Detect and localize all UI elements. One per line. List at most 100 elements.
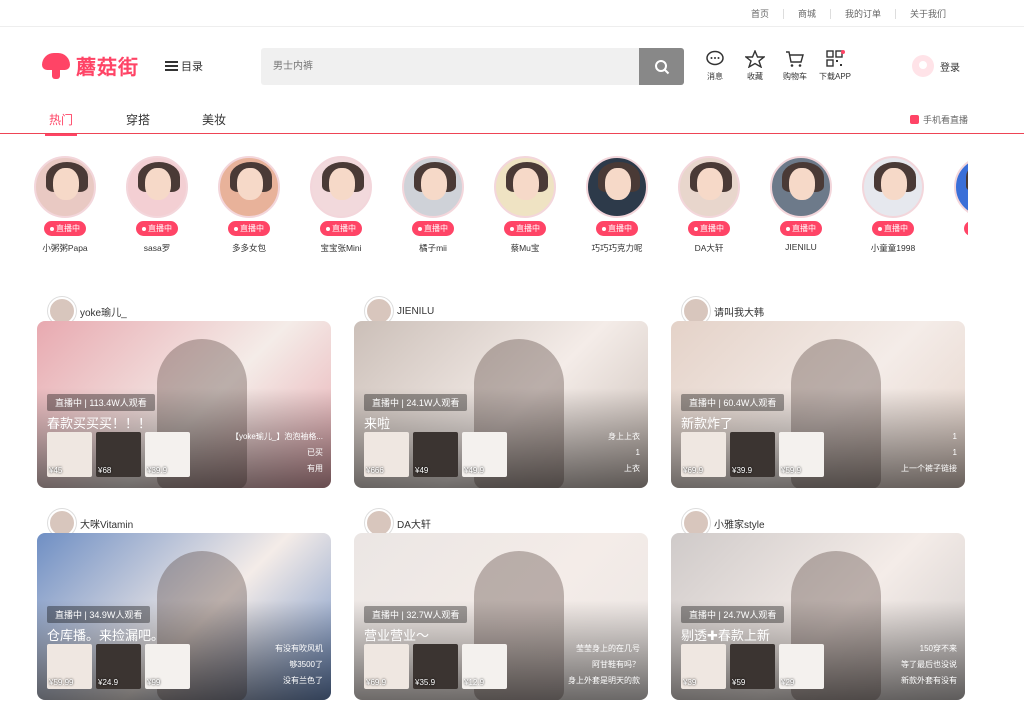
download-app-button[interactable]: 下载APP	[815, 50, 855, 82]
product-price: ¥59.9	[781, 466, 802, 475]
streamer-avatar	[862, 156, 924, 218]
login-button[interactable]: 登录	[912, 55, 960, 77]
streamer-item[interactable]: 直播中 橘子mii	[402, 156, 464, 254]
live-card[interactable]: 直播中 | 24.1W人观看 来啦 ¥666 ¥49 ¥49.9 身上上衣 1 上衣	[354, 321, 648, 488]
product-thumb[interactable]: ¥49.9	[462, 432, 507, 477]
live-viewers: 直播中 | 32.7W人观看	[364, 606, 468, 623]
chat-comments: 1 1 上一个裤子链接	[901, 429, 957, 477]
product-price: ¥68	[98, 466, 112, 475]
tab-hot[interactable]: 热门	[44, 111, 78, 136]
chat-comments: 有没有吹风机 够3500了 没有兰色了	[275, 641, 323, 689]
chat-comment: 上衣	[624, 464, 640, 473]
live-viewers: 直播中 | 24.7W人观看	[681, 606, 785, 623]
product-price: ¥35.9	[415, 678, 436, 687]
star-icon	[745, 50, 765, 68]
live-title: 来啦	[364, 416, 391, 431]
top-link-about[interactable]: 关于我们	[896, 9, 960, 19]
live-viewers: 直播中 | 34.9W人观看	[47, 606, 151, 623]
product-thumb[interactable]: ¥59.9	[779, 432, 824, 477]
product-thumb[interactable]: ¥59.99	[47, 644, 92, 689]
product-price: ¥24.9	[98, 678, 119, 687]
streamer-name: 请	[954, 242, 968, 254]
chat-comments: 身上上衣 1 上衣	[608, 429, 640, 477]
product-thumb[interactable]: ¥39.9	[730, 432, 775, 477]
top-links: 首页 商城 我的订单 关于我们	[737, 9, 960, 19]
streamer-item[interactable]: 直播中 小粥粥Papa	[34, 156, 96, 254]
category-tabs: 热门 穿搭 美妆 手机看直播	[0, 105, 1024, 136]
product-thumb[interactable]: ¥68	[96, 432, 141, 477]
product-thumb[interactable]: ¥69.9	[364, 644, 409, 689]
top-link-orders[interactable]: 我的订单	[831, 9, 896, 19]
streamer-name: 蔡Mu宝	[510, 243, 540, 253]
product-thumb[interactable]: ¥49	[413, 432, 458, 477]
product-thumb[interactable]: ¥24.9	[96, 644, 141, 689]
streamer-item[interactable]: 直播中 巧巧巧克力呢	[586, 156, 648, 254]
streamer-item[interactable]: 直播中请	[954, 156, 968, 254]
message-icon	[706, 50, 724, 66]
top-link-home[interactable]: 首页	[737, 9, 784, 19]
live-card[interactable]: 直播中 | 24.7W人观看 剔透✚春款上新 ¥39 ¥59 ¥29 150穿不来 等了最后…	[671, 533, 965, 700]
tab-beauty[interactable]: 美妆	[202, 111, 226, 128]
cart-button[interactable]: 购物车	[775, 50, 815, 82]
product-thumb[interactable]: ¥45	[47, 432, 92, 477]
streamer-name: 橘子mii	[419, 243, 447, 253]
streamer-item[interactable]: 直播中 JIENILU	[770, 156, 832, 252]
streamer-item[interactable]: 直播中 sasa罗	[126, 156, 188, 254]
qr-code-icon	[826, 50, 845, 67]
site-logo[interactable]: 蘑菇街	[42, 51, 139, 80]
live-card[interactable]: 直播中 | 60.4W人观看 新款炸了 ¥69.9 ¥39.9 ¥59.9 1 1 上一个裤子…	[671, 321, 965, 488]
mobile-live-link[interactable]: 手机看直播	[909, 113, 968, 126]
product-thumb[interactable]: ¥39	[681, 644, 726, 689]
product-price: ¥45	[49, 466, 63, 475]
product-price: ¥39	[683, 678, 697, 687]
search-button[interactable]	[639, 48, 684, 85]
header-icons: 消息 收藏 购物车 下载APP	[695, 50, 855, 82]
search-input[interactable]	[261, 48, 631, 85]
search-bar	[261, 48, 684, 85]
product-thumb[interactable]: ¥666	[364, 432, 409, 477]
live-card[interactable]: 直播中 | 32.7W人观看 营业营业～ ¥69.9 ¥35.9 ¥12.9 莹莹身上的在…	[354, 533, 648, 700]
chat-comment: 1	[952, 448, 957, 457]
chat-comment: 已买	[307, 448, 323, 457]
streamer-name: 多多女包	[231, 243, 266, 253]
streamer-item[interactable]: 直播中 小童童1998	[862, 156, 924, 254]
live-badge: 直播中	[688, 221, 730, 236]
live-card[interactable]: 直播中 | 113.4W人观看 春款买买买！！！ ¥45 ¥68 ¥39.9 【yoke瑜…	[37, 321, 331, 488]
streamer-avatar	[126, 156, 188, 218]
product-thumb[interactable]: ¥12.9	[462, 644, 507, 689]
product-thumb[interactable]: ¥35.9	[413, 644, 458, 689]
streamer-name: 小童童1998	[870, 243, 916, 253]
streamer-item[interactable]: 直播中 蔡Mu宝	[494, 156, 556, 254]
top-link-mall[interactable]: 商城	[784, 9, 831, 19]
streamer-item[interactable]: 直播中 宝宝张Mini	[310, 156, 372, 254]
product-price: ¥69.9	[366, 678, 387, 687]
product-thumb[interactable]: ¥59	[730, 644, 775, 689]
chat-comments: 150穿不来 等了最后也没说 新款外套有没有	[901, 641, 957, 689]
product-price: ¥49.9	[464, 466, 485, 475]
cart-label: 购物车	[783, 72, 807, 81]
live-badge: 直播中	[228, 221, 270, 236]
user-avatar-icon	[912, 55, 934, 77]
product-thumb[interactable]: ¥69.9	[681, 432, 726, 477]
product-price: ¥59.99	[49, 678, 74, 687]
login-label: 登录	[940, 62, 960, 74]
live-card[interactable]: 直播中 | 34.9W人观看 仓库播。来捡漏吧。 ¥59.99 ¥24.9 ¥99 有没有…	[37, 533, 331, 700]
streamer-name: 小粥粥Papa	[42, 243, 88, 253]
product-thumb[interactable]: ¥99	[145, 644, 190, 689]
streamer-avatar	[310, 156, 372, 218]
product-price: ¥666	[366, 466, 384, 475]
tab-outfit[interactable]: 穿搭	[126, 111, 150, 128]
live-streamer-list: 直播中 小粥粥Papa 直播中 sasa罗 直播中 多多女包 直播中 宝宝张Mini 直播中 橘子…	[34, 156, 968, 256]
product-thumb[interactable]: ¥39.9	[145, 432, 190, 477]
live-badge: 直播中	[136, 221, 178, 236]
streamer-item[interactable]: 直播中 DA大轩	[678, 156, 740, 254]
streamer-item[interactable]: 直播中 多多女包	[218, 156, 280, 254]
message-button[interactable]: 消息	[695, 50, 735, 82]
product-thumb[interactable]: ¥29	[779, 644, 824, 689]
menu-label: 目录	[181, 61, 203, 73]
host-name: 请叫我大韩	[714, 307, 764, 319]
favorite-button[interactable]: 收藏	[735, 50, 775, 82]
host-name: DA大轩	[397, 519, 431, 531]
category-menu-button[interactable]: 目录	[165, 58, 203, 74]
chat-comment: 150穿不来	[919, 644, 957, 653]
